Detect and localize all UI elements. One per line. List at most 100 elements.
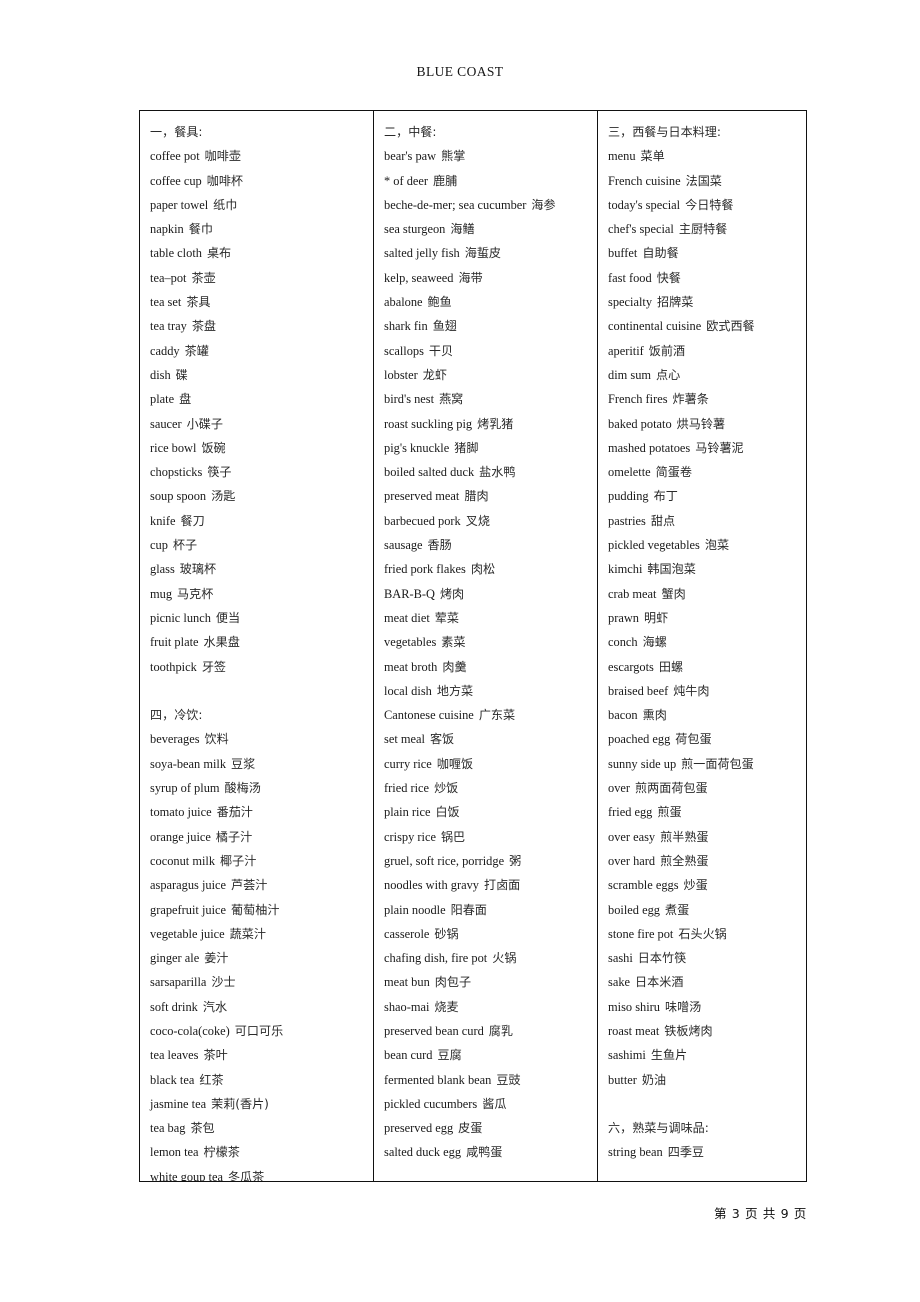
glossary-entry: black tea 红茶 — [150, 1068, 373, 1092]
glossary-entry-chinese: 咖啡壶 — [204, 149, 241, 164]
glossary-entry-english: miso shiru — [608, 999, 660, 1014]
glossary-entry: sea sturgeon 海鳝 — [384, 217, 597, 241]
glossary-entry-chinese: 沙士 — [211, 975, 236, 990]
document-page: BLUE COAST 一，餐具: coffee pot 咖啡壶 coffee cup 咖… — [0, 0, 920, 1302]
glossary-entry-english: plain rice — [384, 805, 431, 820]
glossary-entry-chinese: 咖啡杯 — [206, 173, 244, 188]
glossary-entry: kelp, seaweed 海带 — [384, 266, 597, 290]
glossary-entry-chinese: 椰子汁 — [220, 853, 257, 868]
glossary-entry-english: preserved bean curd — [384, 1023, 484, 1038]
glossary-entry-chinese: 香肠 — [427, 538, 452, 553]
glossary-entry: French fires 炸薯条 — [608, 387, 806, 411]
glossary-entry-chinese: 法国菜 — [685, 173, 722, 188]
glossary-entry: BAR-B-Q 烤肉 — [384, 582, 597, 606]
glossary-entry-english: over hard — [608, 853, 656, 868]
glossary-entry-english: coconut milk — [150, 853, 216, 868]
glossary-entry: plain rice 白饭 — [384, 800, 597, 824]
glossary-entry-chinese: 水果盘 — [203, 635, 240, 650]
glossary-entry-chinese: 马克杯 — [177, 586, 214, 601]
glossary-entry-english: dim sum — [608, 367, 652, 382]
glossary-entry-english: sunny side up — [608, 756, 677, 771]
glossary-entry-chinese: 烤乳猪 — [477, 416, 514, 431]
glossary-entry-english: dish — [150, 367, 171, 382]
glossary-entry-english: vegetables — [384, 635, 437, 650]
glossary-entry-chinese: 点心 — [656, 367, 681, 382]
glossary-entry-chinese: 玻璃杯 — [179, 562, 217, 577]
glossary-entry-english: fried egg — [608, 805, 653, 820]
section-heading: 二，中餐: — [384, 125, 437, 139]
glossary-entry-english: roast meat — [608, 1023, 660, 1038]
glossary-entry-english: shao-mai — [384, 999, 430, 1014]
glossary-entry-english: pastries — [608, 513, 646, 528]
glossary-entry: knife 餐刀 — [150, 509, 373, 533]
glossary-entry: cup 杯子 — [150, 533, 373, 557]
glossary-entry-chinese: 海参 — [531, 197, 556, 212]
glossary-entry-chinese: 咖喱饭 — [436, 756, 474, 771]
glossary-entry-chinese: 四季豆 — [667, 1145, 705, 1160]
glossary-entry-english: pudding — [608, 489, 649, 504]
glossary-entry-english: coco-cola(coke) — [150, 1023, 230, 1038]
glossary-entry-chinese: 燕窝 — [439, 392, 464, 407]
glossary-entry: glass 玻璃杯 — [150, 557, 373, 581]
glossary-entry-chinese: 打卤面 — [483, 878, 521, 893]
glossary-entry: continental cuisine 欧式西餐 — [608, 314, 806, 338]
glossary-entry-english: escargots — [608, 659, 654, 674]
glossary-entry-chinese: 白饭 — [435, 805, 460, 820]
glossary-entry: dim sum 点心 — [608, 363, 806, 387]
glossary-entry: pickled vegetables 泡菜 — [608, 533, 806, 557]
glossary-entry: syrup of plum 酸梅汤 — [150, 776, 373, 800]
glossary-entry-english: gruel, soft rice, porridge — [384, 853, 505, 868]
glossary-entry-chinese: 火锅 — [492, 951, 517, 966]
glossary-entry-chinese: 酱瓜 — [482, 1096, 507, 1111]
glossary-entry: roast suckling pig 烤乳猪 — [384, 412, 597, 436]
glossary-entry-chinese: 姜汁 — [204, 951, 229, 966]
glossary-entry-chinese: 干贝 — [428, 343, 454, 358]
glossary-entry: over easy 煎半熟蛋 — [608, 825, 806, 849]
glossary-entry-chinese: 素菜 — [441, 635, 466, 650]
glossary-entry-english: aperitif — [608, 343, 644, 358]
glossary-entry-chinese: 酸梅汤 — [224, 781, 261, 796]
glossary-entry-english: mug — [150, 586, 173, 601]
glossary-entry: scramble eggs 炒蛋 — [608, 873, 806, 897]
glossary-entry-chinese: 碟 — [175, 367, 188, 382]
glossary-entry-english: fermented blank bean — [384, 1072, 492, 1087]
glossary-entry-english: pickled cucumbers — [384, 1096, 478, 1111]
glossary-entry: preserved meat 腊肉 — [384, 484, 597, 508]
glossary-entry: salted duck egg 咸鸭蛋 — [384, 1140, 597, 1164]
glossary-entry-english: set meal — [384, 732, 425, 747]
glossary-entry-chinese: 广东菜 — [478, 708, 516, 723]
glossary-entry: rice bowl 饭碗 — [150, 436, 373, 460]
glossary-entry-english: jasmine tea — [150, 1096, 207, 1111]
glossary-entry-chinese: 熏肉 — [642, 708, 667, 723]
glossary-entry: set meal 客饭 — [384, 727, 597, 751]
glossary-entry-chinese: 快餐 — [656, 270, 681, 285]
glossary-entry-english: tea leaves — [150, 1048, 199, 1063]
glossary-entry: menu 菜单 — [608, 144, 806, 168]
glossary-entry-chinese: 鹿脯 — [433, 173, 458, 188]
glossary-entry-chinese: 桌布 — [206, 246, 232, 261]
glossary-entry-english: meat bun — [384, 975, 430, 990]
glossary-entry-chinese: 烤肉 — [439, 586, 465, 601]
glossary-entry-chinese: 炖牛肉 — [673, 683, 710, 698]
glossary-entry-chinese: 明虾 — [643, 610, 669, 625]
glossary-entry: tea set 茶具 — [150, 290, 373, 314]
glossary-entry-english: lemon tea — [150, 1145, 199, 1160]
glossary-entry-chinese: 筷子 — [207, 465, 232, 480]
glossary-entry-english: bird's nest — [384, 392, 435, 407]
glossary-entry-chinese: 鲍鱼 — [427, 295, 452, 310]
glossary-entry-chinese: 餐巾 — [188, 222, 213, 237]
glossary-entry: fried egg 煎蛋 — [608, 800, 806, 824]
glossary-entry-english: over — [608, 781, 631, 796]
glossary-entry-english: plain noodle — [384, 902, 446, 917]
glossary-column-3: 三，西餐与日本料理: menu 菜单 French cuisine 法国菜 today's… — [598, 111, 806, 1181]
glossary-entry-chinese: 煎蛋 — [657, 805, 682, 820]
glossary-entry-english: braised beef — [608, 683, 669, 698]
glossary-entry-english: scallops — [384, 343, 424, 358]
glossary-entry-english: fruit plate — [150, 635, 199, 650]
glossary-entry: chopsticks 筷子 — [150, 460, 373, 484]
glossary-entry: bacon 熏肉 — [608, 703, 806, 727]
glossary-entry: prawn 明虾 — [608, 606, 806, 630]
glossary-entry-english: continental cuisine — [608, 319, 702, 334]
glossary-entry: barbecued pork 叉烧 — [384, 509, 597, 533]
